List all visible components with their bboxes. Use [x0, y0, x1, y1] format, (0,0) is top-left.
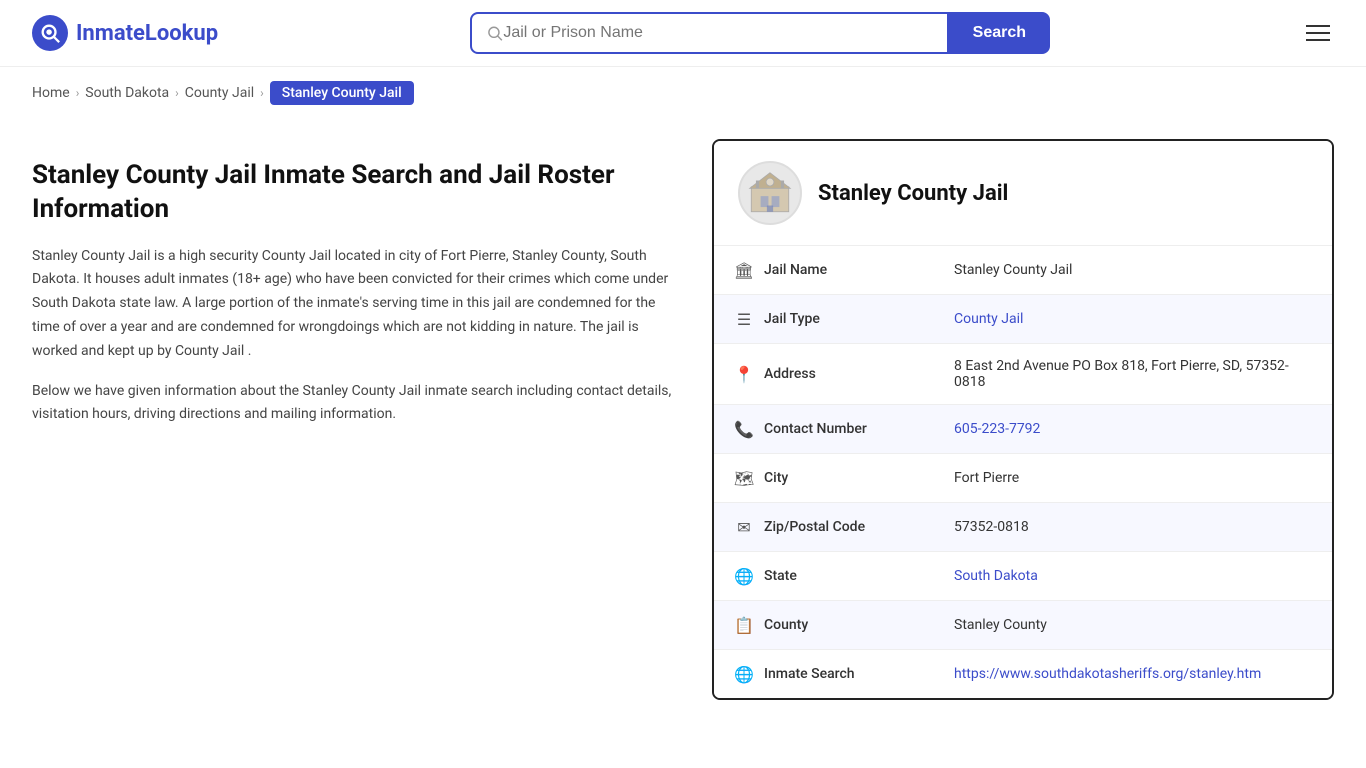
row-icon: 🌐 — [734, 566, 754, 586]
chevron-icon-1: › — [76, 86, 80, 100]
hamburger-menu[interactable] — [1302, 21, 1334, 45]
chevron-icon-2: › — [175, 86, 179, 100]
row-value-cell: Stanley County — [934, 601, 1332, 650]
search-button[interactable]: Search — [949, 12, 1050, 54]
card-header: Stanley County Jail — [714, 141, 1332, 246]
row-label: Inmate Search — [764, 666, 855, 682]
row-label: Jail Type — [764, 311, 820, 327]
card-title: Stanley County Jail — [818, 181, 1008, 206]
row-label: Jail Name — [764, 262, 827, 278]
row-icon: 🌐 — [734, 664, 754, 684]
table-row: 🏛 Jail Name Stanley County Jail — [714, 246, 1332, 295]
row-icon: 📋 — [734, 615, 754, 635]
row-icon: ✉ — [734, 517, 754, 537]
site-header: InmateLookup Search — [0, 0, 1366, 67]
table-row: 🗺 City Fort Pierre — [714, 454, 1332, 503]
jail-building-icon — [745, 168, 795, 218]
row-value-link[interactable]: https://www.southdakotasheriffs.org/stan… — [954, 666, 1261, 682]
row-icon: 📞 — [734, 419, 754, 439]
row-value-text: Stanley County Jail — [954, 262, 1072, 278]
row-label-cell: 🌐 State — [714, 552, 934, 601]
row-value-cell: County Jail — [934, 295, 1332, 344]
table-row: 📋 County Stanley County — [714, 601, 1332, 650]
row-label-cell: 📞 Contact Number — [714, 405, 934, 454]
search-input[interactable] — [503, 24, 932, 42]
breadcrumb: Home › South Dakota › County Jail › Stan… — [0, 67, 1366, 119]
row-icon: 🏛 — [734, 260, 754, 280]
breadcrumb-state[interactable]: South Dakota — [85, 85, 169, 101]
row-icon: 📍 — [734, 364, 754, 384]
info-card: Stanley County Jail 🏛 Jail Name Stanley … — [712, 139, 1334, 700]
search-icon — [486, 24, 503, 42]
row-value-link[interactable]: South Dakota — [954, 568, 1038, 584]
row-label: Zip/Postal Code — [764, 519, 865, 535]
table-row: 🌐 Inmate Search https://www.southdakotas… — [714, 650, 1332, 699]
row-value-link[interactable]: County Jail — [954, 311, 1023, 327]
table-row: ☰ Jail Type County Jail — [714, 295, 1332, 344]
logo-link[interactable]: InmateLookup — [32, 15, 218, 51]
info-table: 🏛 Jail Name Stanley County Jail ☰ Jail T… — [714, 246, 1332, 698]
row-value-cell: Fort Pierre — [934, 454, 1332, 503]
main-content: Stanley County Jail Inmate Search and Ja… — [0, 119, 1366, 740]
row-value-cell: South Dakota — [934, 552, 1332, 601]
row-label: Address — [764, 366, 816, 382]
breadcrumb-active: Stanley County Jail — [270, 81, 414, 105]
row-value-link[interactable]: 605-223-7792 — [954, 421, 1040, 437]
breadcrumb-type[interactable]: County Jail — [185, 85, 254, 101]
row-label-cell: ✉ Zip/Postal Code — [714, 503, 934, 552]
row-label-cell: 🏛 Jail Name — [714, 246, 934, 295]
table-row: 🌐 State South Dakota — [714, 552, 1332, 601]
row-label-cell: ☰ Jail Type — [714, 295, 934, 344]
breadcrumb-home[interactable]: Home — [32, 85, 70, 101]
logo-icon — [32, 15, 68, 51]
table-row: 📞 Contact Number 605-223-7792 — [714, 405, 1332, 454]
row-value-text: 57352-0818 — [954, 519, 1029, 535]
row-label-cell: 🌐 Inmate Search — [714, 650, 934, 699]
chevron-icon-3: › — [260, 86, 264, 100]
jail-avatar — [738, 161, 802, 225]
row-label-cell: 📍 Address — [714, 344, 934, 405]
right-column: Stanley County Jail 🏛 Jail Name Stanley … — [712, 139, 1334, 700]
row-label-cell: 📋 County — [714, 601, 934, 650]
row-value-cell: 8 East 2nd Avenue PO Box 818, Fort Pierr… — [934, 344, 1332, 405]
description-para-1: Stanley County Jail is a high security C… — [32, 245, 672, 364]
search-bar: Search — [470, 12, 1050, 54]
row-label-cell: 🗺 City — [714, 454, 934, 503]
table-row: 📍 Address 8 East 2nd Avenue PO Box 818, … — [714, 344, 1332, 405]
row-value-cell: 605-223-7792 — [934, 405, 1332, 454]
row-label: County — [764, 617, 808, 633]
row-value-cell: 57352-0818 — [934, 503, 1332, 552]
row-value-text: 8 East 2nd Avenue PO Box 818, Fort Pierr… — [954, 358, 1289, 390]
logo-text: InmateLookup — [76, 21, 218, 46]
row-value-cell: Stanley County Jail — [934, 246, 1332, 295]
row-value-text: Stanley County — [954, 617, 1047, 633]
row-label: City — [764, 470, 788, 486]
row-label: State — [764, 568, 797, 584]
row-icon: 🗺 — [734, 468, 754, 488]
table-row: ✉ Zip/Postal Code 57352-0818 — [714, 503, 1332, 552]
row-value-cell: https://www.southdakotasheriffs.org/stan… — [934, 650, 1332, 699]
description-para-2: Below we have given information about th… — [32, 380, 672, 428]
row-label: Contact Number — [764, 421, 867, 437]
page-title: Stanley County Jail Inmate Search and Ja… — [32, 159, 672, 227]
search-input-wrapper — [470, 12, 949, 54]
row-icon: ☰ — [734, 309, 754, 329]
left-column: Stanley County Jail Inmate Search and Ja… — [32, 139, 672, 700]
row-value-text: Fort Pierre — [954, 470, 1019, 486]
